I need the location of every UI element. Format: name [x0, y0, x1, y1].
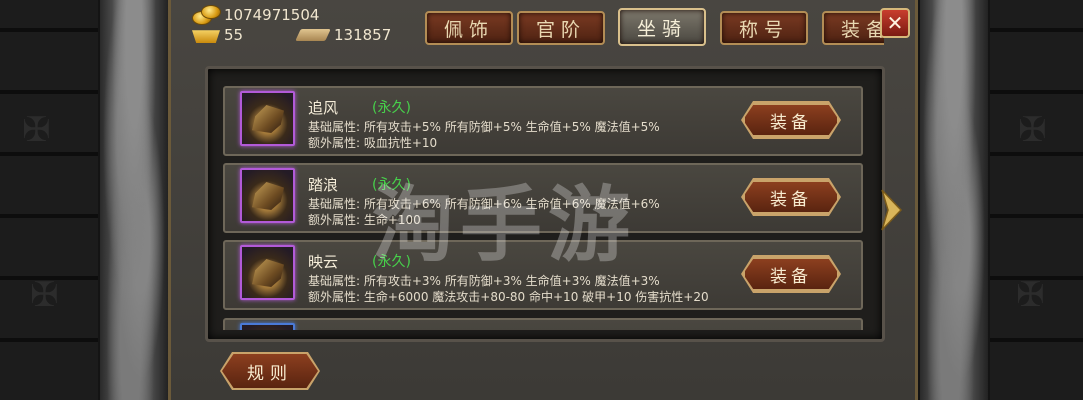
scroll-token-icon: [295, 29, 331, 41]
mount-duration: (永久): [372, 100, 411, 116]
mount-base-attributes: 基础属性: 所有攻击+5% 所有防御+5% 生命值+5% 魔法值+5%: [308, 120, 660, 134]
close-button[interactable]: ✕: [880, 8, 910, 38]
tab-equipment[interactable]: 装备: [822, 11, 884, 45]
tab-official-rank[interactable]: 官阶: [517, 11, 605, 45]
equip-button[interactable]: 装备: [743, 103, 839, 137]
close-icon: ✕: [886, 11, 904, 35]
chevron-right-icon[interactable]: [879, 188, 903, 232]
mount-extra-attributes: 额外属性: 生命+100: [308, 213, 421, 227]
wall-rune-icon: ✠: [22, 110, 51, 150]
mount-row: 踏浪 (永久) 基础属性: 所有攻击+6% 所有防御+6% 生命值+6% 魔法值…: [223, 163, 863, 233]
mount-base-attributes: 基础属性: 所有攻击+3% 所有防御+3% 生命值+3% 魔法值+3%: [308, 274, 660, 288]
equip-button[interactable]: 装备: [743, 257, 839, 291]
gold-amount: 1074971504: [224, 6, 320, 24]
wall-rune-icon: ✠: [1018, 110, 1047, 150]
rule-button-frame: 规则: [220, 352, 320, 390]
mount-row: 映云 (永久) 基础属性: 所有攻击+3% 所有防御+3% 生命值+3% 魔法值…: [223, 240, 863, 310]
wall-rune-icon: ✠: [1016, 275, 1045, 315]
mount-extra-attributes: 额外属性: 生命+6000 魔法攻击+80-80 命中+10 破甲+10 伤害抗…: [308, 290, 709, 304]
mount-name: 映云: [308, 253, 339, 271]
mount-duration: (永久): [372, 177, 411, 193]
tab-title[interactable]: 称号: [720, 11, 808, 45]
gold-balance: 1074971504: [192, 5, 319, 25]
mount-list[interactable]: 追风 (永久) 基础属性: 所有攻击+5% 所有防御+5% 生命值+5% 魔法值…: [223, 78, 868, 330]
mount-portrait-icon: [240, 323, 295, 330]
equip-button[interactable]: 装备: [743, 180, 839, 214]
mount-extra-attributes: 额外属性: 吸血抗性+10: [308, 136, 438, 150]
token-amount: 131857: [334, 26, 392, 44]
rule-button[interactable]: 规则: [222, 354, 318, 388]
wall-rune-icon: ✠: [30, 275, 59, 315]
mount-portrait-icon: [240, 168, 295, 223]
ingot-amount: 55: [224, 26, 244, 44]
mount-row: 追风 (永久) 基础属性: 所有攻击+5% 所有防御+5% 生命值+5% 魔法值…: [223, 86, 863, 156]
token-balance: 131857: [295, 26, 392, 44]
mount-base-attributes: 基础属性: 所有攻击+6% 所有防御+6% 生命值+6% 魔法值+6%: [308, 197, 660, 211]
gold-ingot-icon: [192, 30, 220, 43]
gold-coins-icon: [192, 5, 221, 25]
mount-name: 追风: [308, 99, 339, 117]
stone-wall-left: ✠ ✠: [0, 0, 100, 400]
mount-name: 踏浪: [308, 176, 339, 194]
tab-mount[interactable]: 坐骑: [618, 8, 706, 46]
carved-pillar-left: [98, 0, 170, 400]
mount-portrait-icon: [240, 245, 295, 300]
tab-accessory[interactable]: 佩饰: [425, 11, 513, 45]
mount-portrait-icon: [240, 91, 295, 146]
stone-wall-right: ✠ ✠: [988, 0, 1083, 400]
tab-equipment-clip: 装备: [818, 8, 884, 48]
carved-pillar-right: [918, 0, 990, 400]
ingot-balance: 55: [192, 26, 243, 44]
mount-row-partial: [223, 318, 863, 330]
mount-duration: (永久): [372, 254, 411, 270]
